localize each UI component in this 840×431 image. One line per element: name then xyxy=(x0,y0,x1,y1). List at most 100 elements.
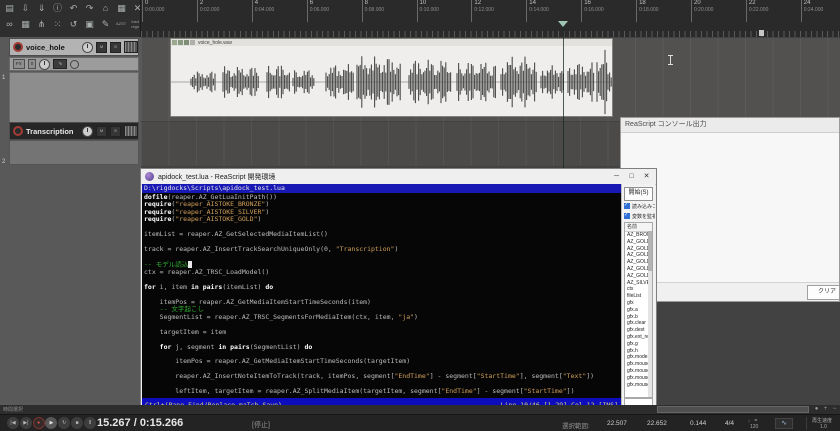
track-header-voice-hole[interactable]: voice_hole M S xyxy=(9,38,139,56)
mute-button[interactable]: M xyxy=(96,42,107,53)
bpm-value[interactable]: 120 xyxy=(750,424,758,430)
play-button[interactable]: ▶ xyxy=(45,417,57,429)
draw-pen-icon[interactable]: ✎ xyxy=(100,19,111,30)
playrate-envelope-icon[interactable]: ∿ xyxy=(775,418,793,429)
mute-button[interactable]: M xyxy=(96,126,107,137)
reaper-logo-icon xyxy=(145,172,154,181)
input-button[interactable] xyxy=(70,60,79,69)
go-to-end-button[interactable]: ▶| xyxy=(20,417,32,429)
stop-button[interactable]: ■ xyxy=(71,417,83,429)
repeat-button[interactable]: ↻ xyxy=(58,417,70,429)
time-signature[interactable]: 4/4 xyxy=(725,420,734,427)
record-arm-icon[interactable] xyxy=(13,42,23,52)
pause-button[interactable]: Ⅱ xyxy=(84,417,96,429)
ruler-mark: 80:08.000 xyxy=(362,0,384,22)
record-button[interactable]: ● xyxy=(33,417,45,429)
code-line[interactable] xyxy=(142,254,621,261)
media-item-voice-hole[interactable]: voice_hole.wav xyxy=(170,38,613,117)
undo-icon[interactable]: ↶ xyxy=(68,3,79,14)
minimize-icon[interactable]: ─ xyxy=(611,172,622,182)
solo-button[interactable]: S xyxy=(110,126,121,137)
ide-title-bar[interactable]: apidock_test.lua - ReaScript 開発環境 ─ □ ✕ xyxy=(141,169,656,185)
ripple-edit-icon[interactable]: ⋔ xyxy=(36,19,47,30)
volume-knob[interactable] xyxy=(39,59,50,70)
code-lines[interactable]: dofile(reaper.AZ_GetLuaInitPath())requir… xyxy=(142,194,621,398)
clear-button[interactable]: クリア xyxy=(807,285,840,300)
edit-cursor xyxy=(563,22,564,168)
item-notes-icon[interactable] xyxy=(190,40,195,45)
watch-scrollbar[interactable] xyxy=(648,231,652,397)
open-project-icon[interactable]: ⇩ xyxy=(20,3,31,14)
time-selection-marker[interactable] xyxy=(759,30,764,36)
ruler-mark: 180:18.000 xyxy=(636,0,658,22)
watch-option-1[interactable]: 読み込みコード - F8 xyxy=(624,202,655,210)
maximize-icon[interactable]: □ xyxy=(626,172,637,182)
track-header-transcription[interactable]: Transcription M S xyxy=(9,122,139,140)
redo-icon[interactable]: ↷ xyxy=(84,3,95,14)
transport-time-display[interactable]: 15.267 / 0:15.266 xyxy=(97,417,183,429)
track-name[interactable]: Transcription xyxy=(26,127,79,136)
zoom-reset-icon[interactable]: ● xyxy=(813,406,820,413)
playrate-value[interactable]: 1.0 xyxy=(820,424,827,430)
close-icon[interactable]: ✕ xyxy=(641,172,652,182)
media-item-header: voice_hole.wav xyxy=(171,39,612,46)
routing-button[interactable] xyxy=(124,41,138,53)
save-project-icon[interactable]: ⇓ xyxy=(36,3,47,14)
fx-button[interactable]: FX xyxy=(13,59,25,69)
edit-cursor-marker-icon[interactable] xyxy=(558,21,568,27)
zoom-out-icon[interactable]: − xyxy=(831,406,838,413)
transport-bar: |◀▶|●▶↻■Ⅱ 15.267 / 0:15.266 [停止] 選択範囲: 2… xyxy=(0,414,840,431)
selection-start[interactable]: 22.507 xyxy=(607,420,627,427)
zoom-in-icon[interactable]: + xyxy=(822,406,829,413)
snap-grid-icon[interactable]: ⁙ xyxy=(52,19,63,30)
code-line[interactable]: for i, item in pairs(itemList) do xyxy=(142,284,621,291)
loop-icon[interactable]: ↺ xyxy=(68,19,79,30)
selection-length[interactable]: 0.144 xyxy=(690,420,706,427)
group-link-icon[interactable]: ∞ xyxy=(4,19,15,30)
code-line[interactable]: ctx = reaper.AZ_TRSC_LoadModel() xyxy=(142,269,621,276)
lock-icon[interactable]: ▣ xyxy=(84,19,95,30)
record-arm-icon[interactable] xyxy=(13,126,23,136)
ruler-mark: 100:10.000 xyxy=(417,0,439,22)
item-properties-icon[interactable] xyxy=(178,40,183,45)
item-fx-icon[interactable] xyxy=(184,40,189,45)
code-line[interactable]: SegmentList = reaper.AZ_TRSC_SegmentsFor… xyxy=(142,314,621,321)
horizontal-scrollbar[interactable] xyxy=(657,406,809,413)
script-path-header[interactable]: D:\rigdocks\Scripts\apidock_test.lua xyxy=(142,184,621,193)
code-line[interactable]: targetItem = item xyxy=(142,329,621,336)
code-line[interactable]: require("reaper_AISTOKE_GOLD") xyxy=(142,216,621,223)
custom-action-insert-region-button[interactable]: Insrt regn xyxy=(131,20,139,29)
checkbox-checked-icon[interactable] xyxy=(624,213,630,219)
new-project-icon[interactable]: ▤ xyxy=(4,3,15,14)
pan-knob[interactable] xyxy=(82,42,93,53)
checkbox-checked-icon[interactable] xyxy=(624,203,630,209)
custom-action-azst-button[interactable]: AZST xyxy=(116,22,126,27)
variable-watch-list[interactable]: 名前 AZ_BRONZEAZ_GOLDAZ_GOLD_AAZ_GOLD_AAZ_… xyxy=(624,222,653,398)
ruler-mark: 220:22.000 xyxy=(746,0,768,22)
code-line[interactable]: leftItem, targetItem = reaper.AZ_SplitMe… xyxy=(142,388,621,395)
pan-knob[interactable] xyxy=(82,126,93,137)
project-settings-icon[interactable]: ⓘ xyxy=(52,3,63,14)
mixer-icon[interactable]: ⌂ xyxy=(100,3,111,14)
go-to-start-button[interactable]: |◀ xyxy=(7,417,19,429)
track2-body[interactable] xyxy=(9,140,139,165)
solo-button[interactable]: S xyxy=(110,42,121,53)
track-name[interactable]: voice_hole xyxy=(26,43,79,52)
start-button[interactable]: 開始(S) xyxy=(624,187,653,201)
selection-end[interactable]: 22.652 xyxy=(647,420,667,427)
routing-matrix-icon[interactable]: ▦ xyxy=(20,19,31,30)
code-line[interactable]: itemPos = reaper.AZ_GetMediaItemStartTim… xyxy=(142,358,621,365)
code-line[interactable]: reaper.AZ_InsertNoteItemToTrack(track, i… xyxy=(142,373,621,380)
grid-icon[interactable]: ▦ xyxy=(116,3,127,14)
code-editor[interactable]: D:\rigdocks\Scripts\apidock_test.lua dof… xyxy=(142,184,621,412)
item-lock-icon[interactable] xyxy=(172,40,177,45)
watch-option-2[interactable]: 変数を監視(W) xyxy=(624,212,655,220)
record-monitor-button[interactable]: ∿ xyxy=(53,59,67,69)
code-line[interactable]: itemPos = reaper.AZ_GetMediaItemStartTim… xyxy=(142,299,621,306)
routing-button[interactable] xyxy=(124,125,138,137)
code-line[interactable]: itemList = reaper.AZ_GetSelectedMediaIte… xyxy=(142,231,621,238)
code-line[interactable]: track = reaper.AZ_InsertTrackSearchUniqu… xyxy=(142,246,621,253)
code-line[interactable]: for j, segment in pairs(SegmentList) do xyxy=(142,344,621,351)
transport-state: [停止] xyxy=(252,420,270,430)
ruler-mark: 240:24.000 xyxy=(801,0,823,22)
